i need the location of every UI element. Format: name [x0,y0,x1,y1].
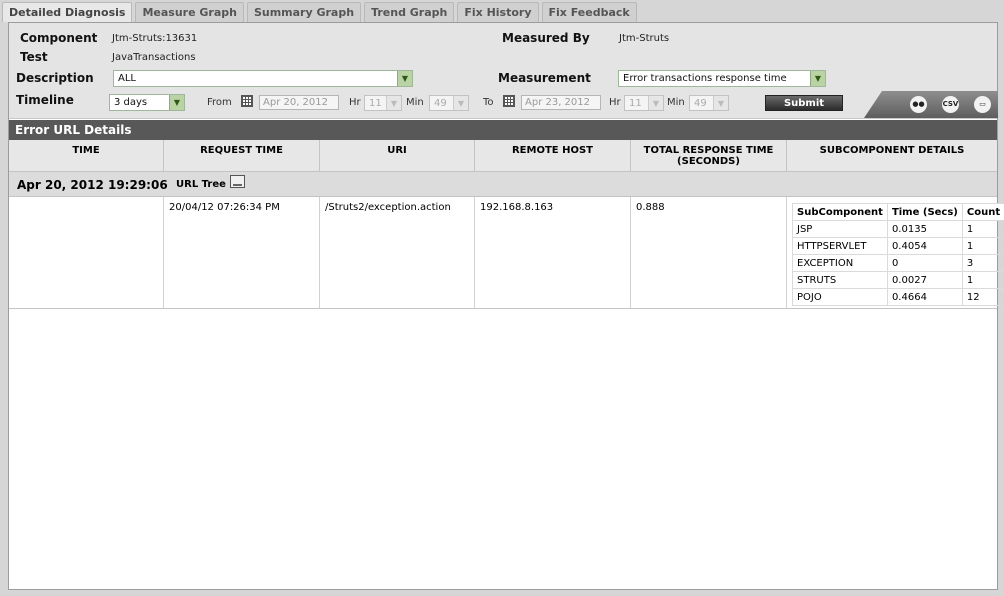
group-date: Apr 20, 2012 19:29:06 [17,178,168,192]
from-min-value: 49 [434,98,447,109]
measurement-select-value: Error transactions response time [623,73,787,84]
chevron-down-icon: ▼ [713,96,728,110]
chevron-down-icon: ▼ [169,95,184,110]
from-min-select[interactable]: 49 ▼ [429,95,469,111]
tab-bar: Detailed Diagnosis Measure Graph Summary… [2,2,640,22]
subcomponent-name: EXCEPTION [792,254,888,272]
subcomponent-header-row: SubComponent Time (Secs) Count [792,203,1004,221]
description-label: Description [16,71,94,85]
measured-by-value: Jtm-Struts [619,33,670,44]
to-min-value: 49 [694,98,707,109]
subcomponent-count: 1 [961,220,1004,238]
from-label: From [207,97,232,108]
subcomponent-count: 12 [961,288,1004,306]
to-date-input[interactable]: Apr 23, 2012 [521,95,601,110]
main-panel: Component Jtm-Struts:13631 Test JavaTran… [8,22,1004,590]
column-header-total-response-time: TOTAL RESPONSE TIME (SECONDS) [631,140,787,172]
to-hr-select[interactable]: 11 ▼ [624,95,664,111]
subcomponent-count: 3 [961,254,1004,272]
to-hr-value: 11 [629,98,642,109]
timeline-select[interactable]: 3 days ▼ [109,94,185,111]
description-select-value: ALL [118,73,136,84]
chevron-down-icon: ▼ [810,71,825,86]
subcomponent-count: 1 [961,271,1004,289]
table-row: EXCEPTION 0 3 [792,254,1004,272]
subcomponent-table: SubComponent Time (Secs) Count JSP 0.013… [792,203,1004,306]
measured-by-label: Measured By [502,31,590,45]
subcomponent-name: STRUTS [792,271,888,289]
section-title: Error URL Details [9,120,997,140]
calendar-icon[interactable] [241,95,253,107]
cell-total-response-time: 0.888 [631,197,787,309]
binoculars-icon[interactable]: ●● [910,96,927,113]
to-min-label: Min [667,97,685,108]
subcomponent-time: 0 [886,254,963,272]
url-tree-icon[interactable] [230,175,245,188]
subcomponent-count: 1 [961,237,1004,255]
printer-icon[interactable]: ▭ [974,96,991,113]
to-label: To [483,97,494,108]
chevron-down-icon: ▼ [386,96,401,110]
cell-remote-host: 192.168.8.163 [475,197,631,309]
subcomponent-name: JSP [792,220,888,238]
table-row: POJO 0.4664 12 [792,288,1004,306]
timeline-select-value: 3 days [114,97,148,108]
subcomponent-header: SubComponent [792,203,888,221]
component-label: Component [20,31,98,45]
subcomponent-header: Count [961,203,1004,221]
timeline-label: Timeline [16,93,74,107]
chevron-down-icon: ▼ [648,96,663,110]
cell-time [9,197,164,309]
group-row: Apr 20, 2012 19:29:06 URL Tree [9,172,997,197]
from-hr-label: Hr [349,97,361,108]
subcomponent-name: HTTPSERVLET [792,237,888,255]
submit-button[interactable]: Submit [765,95,843,111]
table-row: HTTPSERVLET 0.4054 1 [792,237,1004,255]
column-header-remote-host: REMOTE HOST [475,140,631,172]
subcomponent-time: 0.4664 [886,288,963,306]
from-hr-value: 11 [369,98,382,109]
table-row: JSP 0.0135 1 [792,220,1004,238]
tab-measure-graph[interactable]: Measure Graph [135,2,244,22]
to-hr-label: Hr [609,97,621,108]
cell-uri: /Struts2/exception.action [320,197,475,309]
column-header-request-time: REQUEST TIME [164,140,320,172]
subcomponent-header: Time (Secs) [886,203,963,221]
tab-summary-graph[interactable]: Summary Graph [246,2,362,22]
to-min-select[interactable]: 49 ▼ [689,95,729,111]
chevron-down-icon: ▼ [453,96,468,110]
export-toolbar: ●● CSV ▭ [864,91,998,118]
filter-panel: Component Jtm-Struts:13631 Test JavaTran… [9,23,998,119]
column-header-uri: URI [320,140,475,172]
from-date-input[interactable]: Apr 20, 2012 [259,95,339,110]
tab-trend-graph[interactable]: Trend Graph [364,2,455,22]
cell-request-time: 20/04/12 07:26:34 PM [164,197,320,309]
from-hr-select[interactable]: 11 ▼ [364,95,402,111]
subcomponent-time: 0.0027 [886,271,963,289]
tab-fix-history[interactable]: Fix History [457,2,539,22]
tab-fix-feedback[interactable]: Fix Feedback [541,2,637,22]
subcomponent-time: 0.0135 [886,220,963,238]
component-value: Jtm-Struts:13631 [112,33,198,44]
description-select[interactable]: ALL ▼ [113,70,413,87]
csv-icon[interactable]: CSV [942,96,959,113]
calendar-icon[interactable] [503,95,515,107]
chevron-down-icon: ▼ [397,71,412,86]
from-min-label: Min [406,97,424,108]
test-label: Test [20,50,48,64]
test-value: JavaTransactions [112,52,196,63]
url-tree-label: URL Tree [176,179,226,190]
measurement-label: Measurement [498,71,591,85]
measurement-select[interactable]: Error transactions response time ▼ [618,70,826,87]
subcomponent-name: POJO [792,288,888,306]
column-header-subcomponent-details: SUBCOMPONENT DETAILS [787,140,997,172]
table-row: STRUTS 0.0027 1 [792,271,1004,289]
tab-detailed-diagnosis[interactable]: Detailed Diagnosis [2,2,133,22]
column-header-time: TIME [9,140,164,172]
subcomponent-time: 0.4054 [886,237,963,255]
